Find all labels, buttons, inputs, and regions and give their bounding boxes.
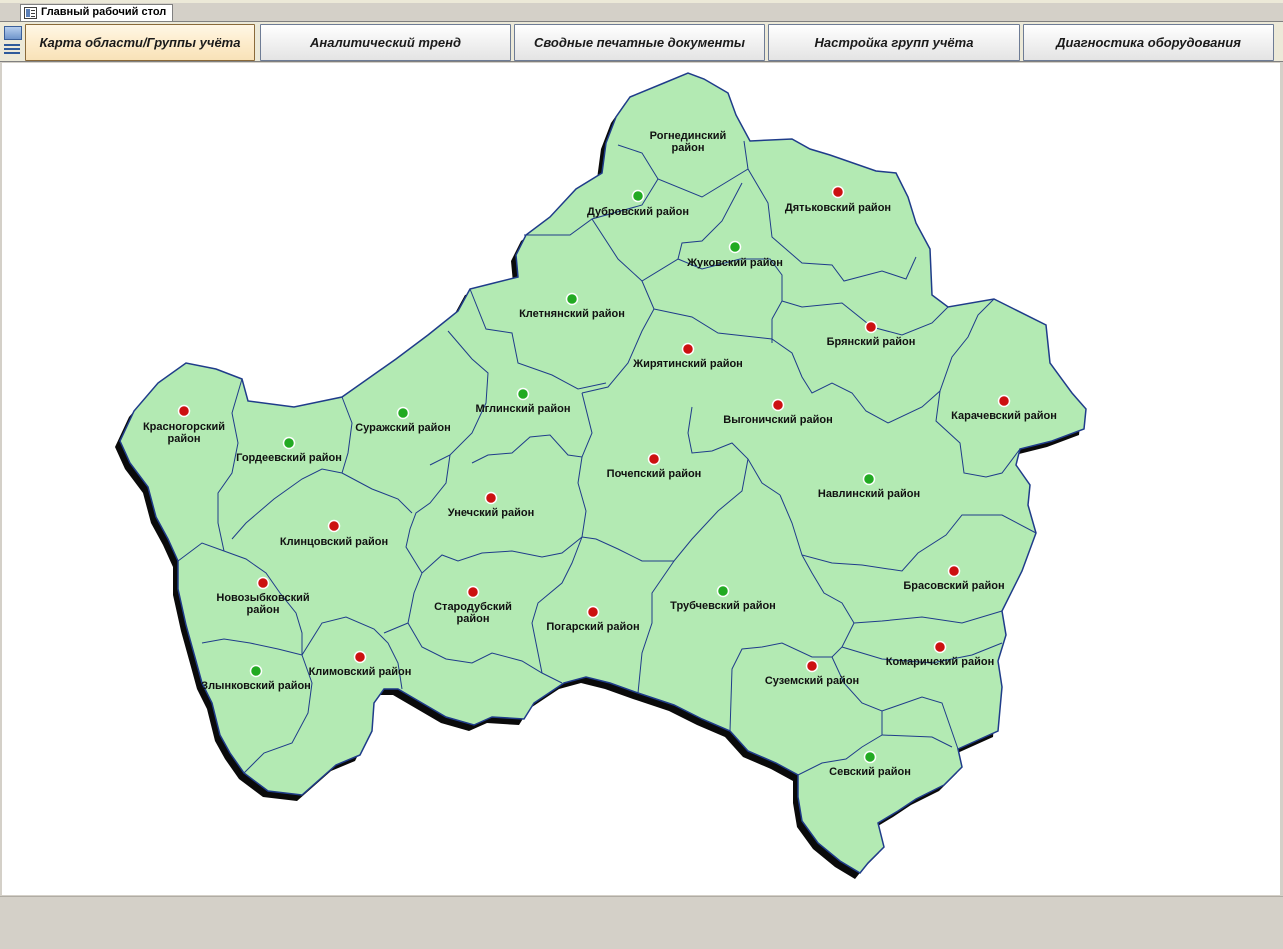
status-alarm-marker[interactable] bbox=[771, 398, 785, 412]
district-name-label: Дубровский район bbox=[587, 206, 689, 218]
status-alarm-marker[interactable] bbox=[933, 640, 947, 654]
status-ok-marker[interactable] bbox=[631, 189, 645, 203]
district-name-label: Брянский район bbox=[827, 336, 916, 348]
district-name-label: Карачевский район bbox=[951, 410, 1057, 422]
status-alarm-marker[interactable] bbox=[484, 491, 498, 505]
status-ok-marker[interactable] bbox=[728, 240, 742, 254]
status-ok-marker[interactable] bbox=[862, 472, 876, 486]
district-name-label: Брасовский район bbox=[903, 580, 1004, 592]
district-name-label: Мглинский район bbox=[475, 403, 570, 415]
status-alarm-marker[interactable] bbox=[681, 342, 695, 356]
status-alarm-marker[interactable] bbox=[805, 659, 819, 673]
tab-main-desktop-label: Главный рабочий стол bbox=[41, 6, 167, 18]
bryansk-region-map: Рогнединский районДубровский район Дятьков… bbox=[115, 72, 1087, 879]
status-ok-marker[interactable] bbox=[565, 292, 579, 306]
summary-print-docs-button[interactable]: Сводные печатные документы bbox=[514, 24, 765, 61]
district-name-label: Трубчевский район bbox=[670, 600, 776, 612]
region-map-panel: Рогнединский район Дубровский район Дятьков… bbox=[2, 63, 1280, 895]
district-name-label: Гордеевский район bbox=[236, 452, 342, 464]
status-alarm-marker[interactable] bbox=[353, 650, 367, 664]
status-ok-marker[interactable] bbox=[396, 406, 410, 420]
document-tab-strip: Главный рабочий стол bbox=[0, 0, 1283, 21]
status-alarm-marker[interactable] bbox=[647, 452, 661, 466]
district-name-label: Выгоничский район bbox=[723, 414, 832, 426]
status-ok-marker[interactable] bbox=[716, 584, 730, 598]
district-name-label: Комаричский район bbox=[886, 656, 994, 668]
status-ok-marker[interactable] bbox=[282, 436, 296, 450]
district-name-label: Суражский район bbox=[355, 422, 451, 434]
tab-main-desktop[interactable]: Главный рабочий стол bbox=[20, 4, 174, 21]
status-alarm-marker[interactable] bbox=[997, 394, 1011, 408]
accounting-groups-settings-button[interactable]: Настройка групп учёта bbox=[768, 24, 1020, 61]
status-alarm-marker[interactable] bbox=[947, 564, 961, 578]
status-alarm-marker[interactable] bbox=[864, 320, 878, 334]
status-panel bbox=[0, 896, 1283, 949]
district-name-label: Жуковский район bbox=[686, 257, 783, 269]
status-alarm-marker[interactable] bbox=[256, 576, 270, 590]
district-name-label: Суземский район bbox=[765, 675, 859, 687]
district-name-label: Жирятинский район bbox=[632, 358, 743, 370]
equipment-diagnostics-button[interactable]: Диагностика оборудования bbox=[1023, 24, 1274, 61]
district-name-label: Навлинский район bbox=[818, 488, 920, 500]
district-name-label: Клетнянский район bbox=[519, 308, 625, 320]
status-alarm-marker[interactable] bbox=[831, 185, 845, 199]
groups-list-icon[interactable] bbox=[3, 25, 23, 61]
status-alarm-marker[interactable] bbox=[177, 404, 191, 418]
district-name-label: Дятьковский район bbox=[785, 202, 891, 214]
district-name-label: Злынковский район bbox=[201, 680, 311, 692]
district-name-label: Севский район bbox=[829, 766, 911, 778]
status-ok-marker[interactable] bbox=[863, 750, 877, 764]
district-name-label: Клинцовский район bbox=[280, 536, 388, 548]
status-alarm-marker[interactable] bbox=[466, 585, 480, 599]
status-alarm-marker[interactable] bbox=[327, 519, 341, 533]
analytic-trend-button[interactable]: Аналитический тренд bbox=[260, 24, 511, 61]
desktop-form-icon bbox=[24, 7, 37, 19]
app-window: Главный рабочий стол Карта области/Групп… bbox=[0, 0, 1283, 949]
district-name-label: Унечский район bbox=[448, 507, 534, 519]
status-ok-marker[interactable] bbox=[516, 387, 530, 401]
status-ok-marker[interactable] bbox=[249, 664, 263, 678]
district-name-label: Почепский район bbox=[607, 468, 702, 480]
district-name-label: Климовский район bbox=[309, 666, 412, 678]
main-toolbar: Карта области/Группы учёта Аналитический… bbox=[0, 21, 1283, 62]
region-map-groups-button[interactable]: Карта области/Группы учёта bbox=[25, 24, 255, 61]
status-alarm-marker[interactable] bbox=[586, 605, 600, 619]
district-name-label: Погарский район bbox=[546, 621, 639, 633]
